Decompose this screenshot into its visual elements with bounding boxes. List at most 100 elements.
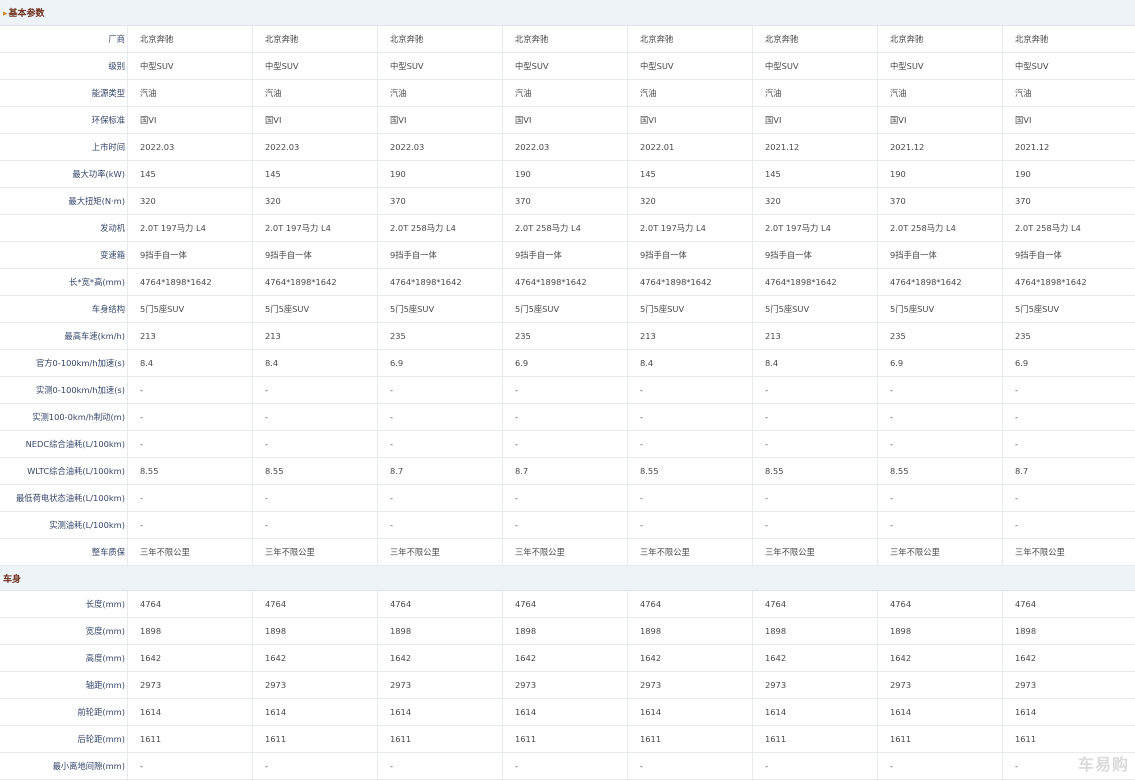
spec-value: 320 — [253, 188, 378, 214]
spec-row: 轴距(mm) 2973 2973 2973 2973 2973 2973 2973 2973 — [0, 672, 1135, 699]
spec-label: NEDC综合油耗(L/100km) — [0, 431, 128, 457]
spec-value: 4764*1898*1642 — [753, 269, 878, 295]
spec-value: 1611 — [378, 726, 503, 752]
spec-label: 长度(mm) — [0, 591, 128, 617]
spec-label: 能源类型 — [0, 80, 128, 106]
spec-value: - — [878, 431, 1003, 457]
spec-value: - — [128, 377, 253, 403]
spec-value: 国VI — [1015, 115, 1032, 125]
spec-label: 最大功率(kW) — [0, 161, 128, 187]
spec-value: 三年不限公里 — [128, 539, 253, 565]
spec-value: 1898 — [253, 618, 378, 644]
spec-row: 发动机 2.0T 197马力 L4 2.0T 197马力 L4 2.0T 258马力 … — [0, 215, 1135, 242]
spec-value: - — [128, 485, 253, 511]
spec-value: 2.0T 258马力 L4 — [1015, 223, 1081, 233]
spec-value: 4764*1898*1642 — [1015, 277, 1087, 287]
spec-value: - — [878, 485, 1003, 511]
spec-row: 长度(mm) 4764 4764 4764 4764 4764 4764 4764 4764 — [0, 591, 1135, 618]
spec-value: - — [1015, 412, 1018, 422]
spec-label: 轴距(mm) — [0, 672, 128, 698]
spec-value: 三年不限公里 — [753, 539, 878, 565]
spec-value: 4764 — [878, 591, 1003, 617]
spec-value: - — [253, 377, 378, 403]
spec-row: 级别 中型SUV 中型SUV 中型SUV 中型SUV 中型SUV 中型SUV 中型SUV 中型S… — [0, 53, 1135, 80]
spec-value: 5门5座SUV — [128, 296, 253, 322]
spec-value: 5门5座SUV — [628, 296, 753, 322]
spec-value: 汽油 — [1015, 88, 1032, 98]
spec-value: 8.55 — [878, 458, 1003, 484]
spec-value: 213 — [128, 323, 253, 349]
spec-label: 车身结构 — [0, 296, 128, 322]
spec-row: 最小离地间隙(mm) - - - - - - - - — [0, 753, 1135, 780]
spec-value: 1614 — [253, 699, 378, 725]
spec-value: 2022.03 — [378, 134, 503, 160]
spec-value: 2973 — [378, 672, 503, 698]
spec-value: - — [253, 404, 378, 430]
section-title-text: 基本参数 — [8, 9, 45, 19]
spec-value: 9挡手自一体 — [1015, 250, 1062, 260]
spec-value: 汽油 — [753, 80, 878, 106]
spec-value: 4764*1898*1642 — [503, 269, 628, 295]
spec-value: 320 — [628, 188, 753, 214]
spec-value: 5门5座SUV — [503, 296, 628, 322]
spec-value: 国VI — [753, 107, 878, 133]
spec-value: 9挡手自一体 — [628, 242, 753, 268]
spec-value: 汽油 — [128, 80, 253, 106]
spec-row: 最大扭矩(N·m) 320 320 370 370 320 320 370 370 — [0, 188, 1135, 215]
spec-value: - — [378, 404, 503, 430]
spec-value: 370 — [378, 188, 503, 214]
spec-value: - — [128, 512, 253, 538]
spec-value: - — [628, 485, 753, 511]
spec-value: 三年不限公里 — [1015, 547, 1065, 557]
section-header[interactable]: 车身 — [0, 566, 1135, 591]
section-header[interactable]: ▸基本参数 — [0, 0, 1135, 26]
spec-value: 190 — [1015, 169, 1031, 179]
spec-value: - — [628, 377, 753, 403]
spec-label: 实测0-100km/h加速(s) — [0, 377, 128, 403]
spec-value: 中型SUV — [628, 53, 753, 79]
spec-value: - — [503, 377, 628, 403]
spec-value: 5门5座SUV — [378, 296, 503, 322]
spec-row: 变速箱 9挡手自一体 9挡手自一体 9挡手自一体 9挡手自一体 9挡手自一体 9挡手自一体 9… — [0, 242, 1135, 269]
spec-value: 汽油 — [253, 80, 378, 106]
spec-value: 1614 — [628, 699, 753, 725]
spec-value: 北京奔驰 — [503, 26, 628, 52]
spec-value: 三年不限公里 — [378, 539, 503, 565]
spec-value: 2.0T 258马力 L4 — [878, 215, 1003, 241]
spec-label: 高度(mm) — [0, 645, 128, 671]
spec-value: 4764*1898*1642 — [253, 269, 378, 295]
spec-value: 235 — [503, 323, 628, 349]
spec-value: - — [1015, 520, 1018, 530]
spec-value: 9挡手自一体 — [878, 242, 1003, 268]
spec-value: 4764 — [503, 591, 628, 617]
spec-value: 9挡手自一体 — [253, 242, 378, 268]
spec-value: 1614 — [1015, 707, 1037, 717]
spec-value: 1611 — [753, 726, 878, 752]
spec-value: 国VI — [378, 107, 503, 133]
spec-value: 235 — [878, 323, 1003, 349]
spec-value: 三年不限公里 — [503, 539, 628, 565]
spec-label: 厂商 — [0, 26, 128, 52]
spec-label: 实测油耗(L/100km) — [0, 512, 128, 538]
spec-label: 整车质保 — [0, 539, 128, 565]
spec-value: 190 — [503, 161, 628, 187]
spec-value: 8.55 — [253, 458, 378, 484]
spec-value: - — [503, 485, 628, 511]
spec-value: 235 — [378, 323, 503, 349]
spec-value: 145 — [753, 161, 878, 187]
spec-value: 汽油 — [378, 80, 503, 106]
spec-value: 5门5座SUV — [1015, 304, 1060, 314]
spec-value: - — [628, 404, 753, 430]
spec-value: 9挡手自一体 — [378, 242, 503, 268]
spec-value: 国VI — [503, 107, 628, 133]
spec-value: - — [378, 485, 503, 511]
spec-value: 2973 — [753, 672, 878, 698]
spec-label: 环保标准 — [0, 107, 128, 133]
spec-value: 2973 — [128, 672, 253, 698]
spec-value: 8.7 — [1015, 466, 1029, 476]
spec-value: - — [128, 404, 253, 430]
spec-value: - — [378, 431, 503, 457]
spec-value: - — [378, 753, 503, 779]
spec-value: 2.0T 258马力 L4 — [378, 215, 503, 241]
spec-value: - — [253, 512, 378, 538]
